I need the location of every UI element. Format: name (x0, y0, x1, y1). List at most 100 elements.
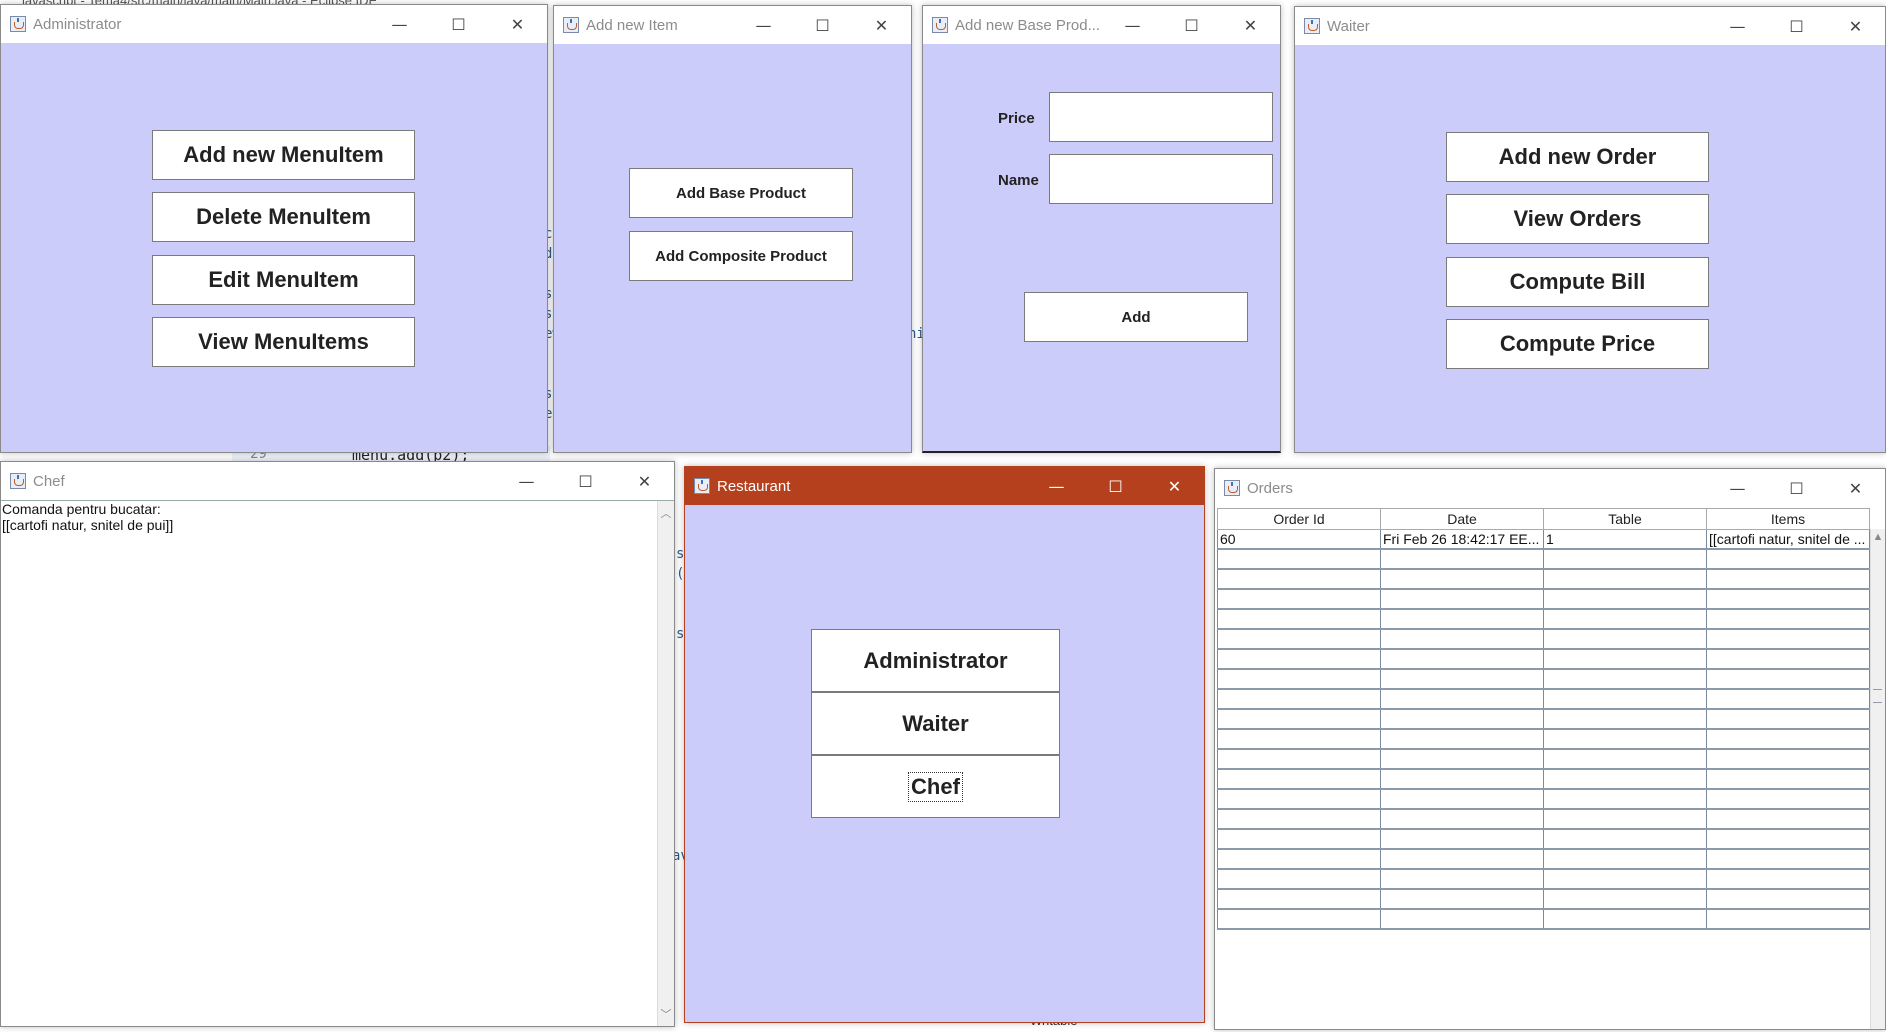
table-row-empty[interactable] (1217, 549, 1870, 570)
table-row-empty[interactable] (1217, 629, 1870, 650)
table-cell[interactable] (1706, 869, 1870, 890)
table-cell[interactable] (1217, 549, 1381, 570)
table-cell[interactable] (1217, 769, 1381, 790)
maximize-icon[interactable]: ☐ (1086, 467, 1145, 505)
close-icon[interactable]: ✕ (852, 6, 911, 44)
table-cell[interactable] (1380, 769, 1544, 790)
maximize-icon[interactable]: ☐ (1162, 6, 1221, 44)
table-cell[interactable] (1706, 769, 1870, 790)
table-cell[interactable] (1380, 829, 1544, 850)
table-cell[interactable] (1380, 809, 1544, 830)
table-cell[interactable] (1217, 589, 1381, 610)
table-cell[interactable] (1543, 709, 1707, 730)
add-new-item-titlebar[interactable]: Add new Item — ☐ ✕ (554, 6, 911, 44)
waiter-button[interactable]: Waiter (811, 692, 1060, 755)
compute-price-button[interactable]: Compute Price (1446, 319, 1709, 369)
minimize-icon[interactable]: — (1708, 7, 1767, 45)
table-cell[interactable] (1380, 869, 1544, 890)
table-row-empty[interactable] (1217, 589, 1870, 610)
scroll-up-icon[interactable]: ▲ (1871, 531, 1885, 543)
table-row-empty[interactable] (1217, 649, 1870, 670)
table-cell[interactable] (1543, 609, 1707, 630)
table-cell[interactable] (1543, 829, 1707, 850)
table-cell[interactable] (1706, 589, 1870, 610)
waiter-titlebar[interactable]: Waiter — ☐ ✕ (1295, 7, 1885, 45)
compute-bill-button[interactable]: Compute Bill (1446, 257, 1709, 307)
table-cell[interactable] (1380, 709, 1544, 730)
table-cell[interactable] (1380, 689, 1544, 710)
minimize-icon[interactable]: — (1103, 6, 1162, 44)
table-cell[interactable] (1706, 889, 1870, 910)
table-cell[interactable] (1543, 649, 1707, 670)
table-cell[interactable] (1706, 609, 1870, 630)
table-cell[interactable] (1217, 689, 1381, 710)
table-cell[interactable] (1380, 849, 1544, 870)
administrator-button[interactable]: Administrator (811, 629, 1060, 692)
table-cell[interactable] (1706, 829, 1870, 850)
table-cell[interactable] (1217, 669, 1381, 690)
chef-button[interactable]: Chef (811, 755, 1060, 818)
table-cell[interactable] (1706, 649, 1870, 670)
table-cell[interactable] (1543, 689, 1707, 710)
minimize-icon[interactable]: — (1708, 469, 1767, 507)
table-cell[interactable]: [[cartofi natur, snitel de ... (1706, 529, 1870, 550)
table-row-empty[interactable] (1217, 609, 1870, 630)
table-cell[interactable] (1217, 869, 1381, 890)
table-cell[interactable] (1380, 729, 1544, 750)
table-cell[interactable]: Fri Feb 26 18:42:17 EE... (1380, 529, 1544, 550)
orders-scrollbar[interactable]: ▲ (1870, 529, 1885, 1029)
add-new-order-button[interactable]: Add new Order (1446, 132, 1709, 182)
table-cell[interactable] (1543, 909, 1707, 930)
table-row-empty[interactable] (1217, 789, 1870, 810)
table-cell[interactable] (1543, 629, 1707, 650)
close-icon[interactable]: ✕ (1221, 6, 1280, 44)
table-cell[interactable] (1706, 809, 1870, 830)
table-row-empty[interactable] (1217, 769, 1870, 790)
table-cell[interactable] (1217, 909, 1381, 930)
table-row-empty[interactable] (1217, 669, 1870, 690)
table-row-empty[interactable] (1217, 689, 1870, 710)
orders-table[interactable]: Order Id Date Table Items 60 Fri Feb 26 1… (1217, 508, 1870, 930)
chef-order-textarea[interactable]: Comanda pentru bucatar: [[cartofi natur,… (2, 501, 173, 533)
table-cell[interactable] (1706, 629, 1870, 650)
table-cell[interactable] (1217, 889, 1381, 910)
table-row-empty[interactable] (1217, 709, 1870, 730)
table-cell[interactable] (1543, 569, 1707, 590)
edit-menuitem-button[interactable]: Edit MenuItem (152, 255, 415, 305)
table-cell[interactable] (1217, 569, 1381, 590)
maximize-icon[interactable]: ☐ (429, 5, 488, 43)
table-cell[interactable]: 60 (1217, 529, 1381, 550)
close-icon[interactable]: ✕ (1826, 7, 1885, 45)
table-cell[interactable] (1543, 809, 1707, 830)
table-cell[interactable]: 1 (1543, 529, 1707, 550)
add-new-menuitem-button[interactable]: Add new MenuItem (152, 130, 415, 180)
delete-menuitem-button[interactable]: Delete MenuItem (152, 192, 415, 242)
table-cell[interactable] (1543, 749, 1707, 770)
table-cell[interactable] (1380, 749, 1544, 770)
table-cell[interactable] (1380, 909, 1544, 930)
column-header-order-id[interactable]: Order Id (1217, 508, 1381, 530)
table-cell[interactable] (1543, 849, 1707, 870)
table-cell[interactable] (1217, 849, 1381, 870)
table-cell[interactable] (1217, 649, 1381, 670)
view-orders-button[interactable]: View Orders (1446, 194, 1709, 244)
table-row-empty[interactable] (1217, 729, 1870, 750)
table-cell[interactable] (1706, 789, 1870, 810)
table-cell[interactable] (1217, 709, 1381, 730)
maximize-icon[interactable]: ☐ (793, 6, 852, 44)
table-cell[interactable] (1380, 569, 1544, 590)
table-cell[interactable] (1706, 569, 1870, 590)
table-cell[interactable] (1543, 889, 1707, 910)
table-row-empty[interactable] (1217, 869, 1870, 890)
scroll-up-icon[interactable]: ︿ (658, 505, 674, 521)
minimize-icon[interactable]: — (1027, 467, 1086, 505)
close-icon[interactable]: ✕ (1826, 469, 1885, 507)
table-cell[interactable] (1380, 649, 1544, 670)
table-cell[interactable] (1706, 709, 1870, 730)
table-cell[interactable] (1706, 689, 1870, 710)
add-button[interactable]: Add (1024, 292, 1248, 342)
minimize-icon[interactable]: — (370, 5, 429, 43)
table-cell[interactable] (1217, 749, 1381, 770)
table-cell[interactable] (1380, 889, 1544, 910)
table-cell[interactable] (1706, 669, 1870, 690)
